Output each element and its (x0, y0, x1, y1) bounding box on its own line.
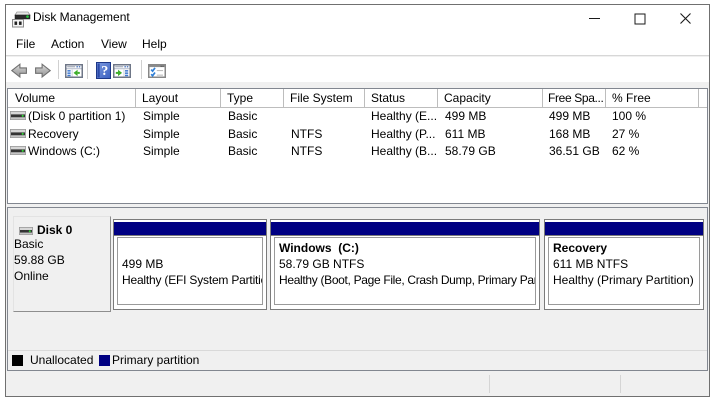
svg-text:?: ? (101, 64, 108, 79)
